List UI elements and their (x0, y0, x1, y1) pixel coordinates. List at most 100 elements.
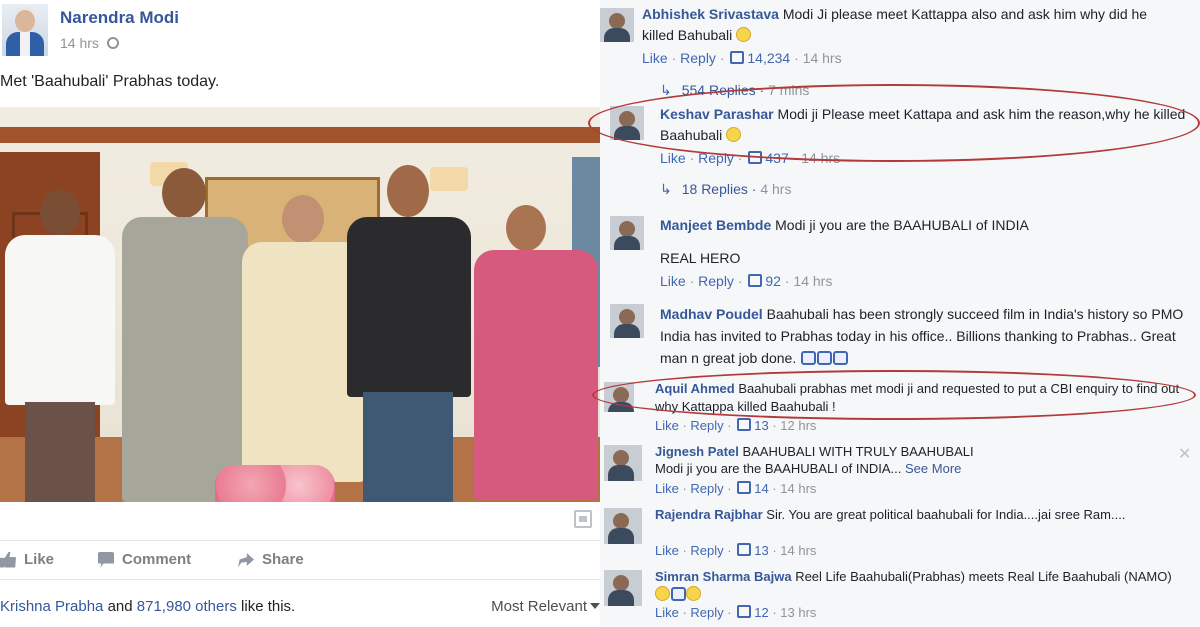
thumbs-up-icon (737, 605, 752, 618)
comment-like-count[interactable]: 13 (754, 543, 768, 558)
comment-text: Modi ji you are the BAAHUBALI of INDIA (775, 217, 1029, 233)
comment-reply-link[interactable]: Reply (690, 481, 723, 496)
post-action-bar: Like Comment Share (0, 540, 600, 580)
comment-like-count[interactable]: 14,234 (747, 50, 790, 66)
comment-actions: Like · Reply · 92 · 14 hrs (660, 273, 833, 289)
comment-actions: Like · Reply · 12 · 13 hrs (655, 605, 817, 620)
thumbs-up-icon (737, 481, 752, 494)
comment-text-line2: Modi ji you are the BAAHUBALI of INDIA..… (655, 461, 902, 476)
commenter-avatar[interactable] (604, 508, 642, 544)
commenter-name[interactable]: Rajendra Rajbhar (655, 507, 763, 522)
post-text: Met 'Baahubali' Prabhas today. (0, 73, 220, 90)
comment-like-link[interactable]: Like (642, 50, 668, 66)
comment-time[interactable]: 14 hrs (780, 543, 816, 558)
thumbs-up-icon (737, 543, 752, 556)
comment-reply-link[interactable]: Reply (690, 418, 723, 433)
comment-like-link[interactable]: Like (655, 605, 679, 620)
see-more-link[interactable]: See More (905, 461, 961, 476)
commenter-name[interactable]: Jignesh Patel (655, 444, 739, 459)
comment-like-count[interactable]: 13 (754, 418, 768, 433)
like-button[interactable]: Like (0, 551, 54, 568)
thumbs-up-emoji-icon (671, 587, 686, 601)
comment-like-link[interactable]: Like (655, 418, 679, 433)
smile-emoji-icon (655, 586, 670, 601)
globe-icon (106, 37, 119, 49)
comment-time[interactable]: 14 hrs (803, 50, 842, 66)
thumbs-up-icon (0, 551, 16, 568)
commenter-name[interactable]: Manjeet Bembde (660, 217, 771, 233)
screenshot-collage: Narendra Modi 14 hrs Met 'Baahubali' Pra… (0, 0, 1200, 627)
thumbs-up-icon (748, 274, 763, 287)
comment-time[interactable]: 12 hrs (780, 418, 816, 433)
commenter-avatar[interactable] (600, 8, 634, 42)
tag-photo-icon[interactable] (574, 510, 592, 528)
author-avatar[interactable] (2, 4, 48, 56)
post-photo[interactable] (0, 107, 600, 502)
comment-actions: Like · Reply · 14 · 14 hrs (655, 481, 817, 496)
share-button[interactable]: Share (238, 551, 304, 568)
comment-button[interactable]: Comment (98, 551, 191, 568)
comment-actions: Like · Reply · 13 · 14 hrs (655, 543, 817, 558)
replies-count: 18 Replies (681, 181, 748, 197)
comment-like-link[interactable]: Like (655, 481, 679, 496)
commenter-avatar[interactable] (610, 304, 644, 338)
sort-dropdown[interactable]: Most Relevant (491, 598, 600, 615)
share-icon (238, 553, 254, 568)
author-name[interactable]: Narendra Modi (60, 8, 179, 28)
comment-icon (98, 551, 114, 568)
comment-like-link[interactable]: Like (660, 273, 686, 289)
comment-like-link[interactable]: Like (655, 543, 679, 558)
comment-actions: Like · Reply · 14,234 · 14 hrs (642, 50, 842, 66)
commenter-avatar[interactable] (610, 216, 644, 250)
reply-arrow-icon: ↳ (660, 181, 672, 197)
comment-actions: Like · Reply · 13 · 12 hrs (655, 418, 817, 433)
view-replies-link[interactable]: ↳ 18 Replies · 4 hrs (660, 181, 791, 198)
post-time[interactable]: 14 hrs (60, 35, 119, 51)
commenter-name[interactable]: Simran Sharma Bajwa (655, 569, 792, 584)
commenter-name[interactable]: Abhishek Srivastava (642, 6, 779, 22)
comment-like-count[interactable]: 12 (754, 605, 768, 620)
comments-panel: Abhishek Srivastava Modi Ji please meet … (588, 0, 1200, 627)
close-icon[interactable]: ✕ (1178, 444, 1191, 464)
thumbs-up-emoji-icon (833, 351, 849, 365)
sort-label: Most Relevant (491, 598, 587, 615)
comment-reply-link[interactable]: Reply (690, 543, 723, 558)
comment-reply-link[interactable]: Reply (698, 273, 734, 289)
comment-time[interactable]: 13 hrs (780, 605, 816, 620)
commenter-avatar[interactable] (604, 570, 642, 606)
post-header: Narendra Modi 14 hrs (0, 0, 600, 62)
commenter-name[interactable]: Madhav Poudel (660, 306, 763, 322)
comment-text-line2: REAL HERO (660, 250, 741, 266)
comment-like-count[interactable]: 14 (754, 481, 768, 496)
likes-and: and (103, 598, 137, 615)
likes-suffix: like this. (236, 598, 296, 615)
replies-time: 4 hrs (760, 181, 792, 197)
comment-reply-link[interactable]: Reply (690, 605, 723, 620)
comment-text: BAAHUBALI WITH TRULY BAAHUBALI (742, 444, 974, 459)
facebook-post: Narendra Modi 14 hrs Met 'Baahubali' Pra… (0, 0, 600, 627)
thumbs-up-emoji-icon (801, 351, 817, 365)
comment-text: Sir. You are great political baahubali f… (766, 507, 1126, 522)
comment-like-link[interactable]: Like (660, 150, 686, 166)
annotation-circle (592, 370, 1196, 420)
share-label: Share (262, 551, 304, 568)
chevron-down-icon (590, 603, 600, 609)
comment-time[interactable]: 14 hrs (793, 273, 832, 289)
like-label: Like (24, 551, 55, 568)
comment-like-count[interactable]: 92 (765, 273, 781, 289)
others-link[interactable]: 871,980 others (137, 598, 237, 615)
likes-summary: Krishna Prabha and 871,980 others like t… (0, 598, 295, 615)
liker-link[interactable]: Krishna Prabha (0, 598, 103, 615)
thumbs-up-icon (737, 418, 752, 431)
comment-reply-link[interactable]: Reply (680, 50, 716, 66)
commenter-avatar[interactable] (604, 445, 642, 481)
thumbs-up-emoji-icon (817, 351, 833, 365)
thumbs-up-icon (730, 51, 745, 64)
comment-text: Reel Life Baahubali(Prabhas) meets Real … (795, 569, 1172, 584)
comment-time[interactable]: 14 hrs (780, 481, 816, 496)
post-time-text: 14 hrs (60, 35, 99, 51)
comment-label: Comment (122, 551, 192, 568)
smile-emoji-icon (736, 27, 752, 42)
annotation-circle (588, 84, 1200, 162)
wink-emoji-icon (686, 586, 701, 601)
